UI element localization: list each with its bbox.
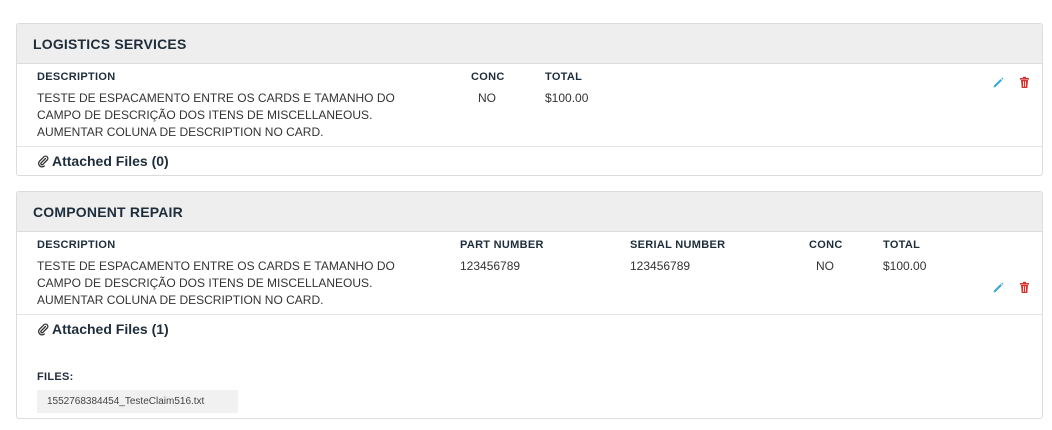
logistics-services-card: LOGISTICS SERVICES DESCRIPTION CONC TOTA… [16, 23, 1043, 176]
attached-files-label: Attached Files (1) [52, 321, 169, 337]
delete-trash-icon[interactable] [1018, 281, 1031, 294]
component-repair-card: COMPONENT REPAIR DESCRIPTION PART NUMBER… [16, 191, 1043, 419]
description-column-header: DESCRIPTION [37, 239, 116, 251]
item-total: $100.00 [545, 91, 589, 105]
edit-pencil-icon[interactable] [992, 281, 1005, 294]
paperclip-icon [37, 154, 49, 168]
item-conc: NO [478, 91, 496, 105]
file-item[interactable]: 1552768384454_TesteClaim516.txt [37, 390, 238, 413]
attached-files-toggle[interactable]: Attached Files (0) [37, 153, 169, 169]
card-header: COMPONENT REPAIR [17, 192, 1042, 232]
files-label: FILES: [37, 371, 74, 383]
item-part-number: 123456789 [460, 259, 521, 273]
divider [17, 146, 1042, 147]
conc-column-header: CONC [471, 71, 505, 83]
part-number-column-header: PART NUMBER [460, 239, 544, 251]
edit-pencil-icon[interactable] [992, 76, 1005, 89]
description-column-header: DESCRIPTION [37, 71, 116, 83]
item-serial-number: 123456789 [630, 259, 691, 273]
item-description: TESTE DE ESPACAMENTO ENTRE OS CARDS E TA… [37, 259, 395, 307]
serial-number-column-header: SERIAL NUMBER [630, 239, 726, 251]
item-description: TESTE DE ESPACAMENTO ENTRE OS CARDS E TA… [37, 91, 395, 139]
divider [17, 314, 1042, 315]
total-column-header: TOTAL [545, 71, 583, 83]
total-column-header: TOTAL [883, 239, 921, 251]
item-total: $100.00 [883, 259, 927, 273]
attached-files-toggle[interactable]: Attached Files (1) [37, 321, 169, 337]
card-header: LOGISTICS SERVICES [17, 24, 1042, 64]
delete-trash-icon[interactable] [1018, 76, 1031, 89]
attached-files-label: Attached Files (0) [52, 153, 169, 169]
card-title: LOGISTICS SERVICES [33, 36, 187, 52]
card-title: COMPONENT REPAIR [33, 204, 183, 220]
conc-column-header: CONC [809, 239, 843, 251]
item-conc: NO [816, 259, 834, 273]
paperclip-icon [37, 322, 49, 336]
